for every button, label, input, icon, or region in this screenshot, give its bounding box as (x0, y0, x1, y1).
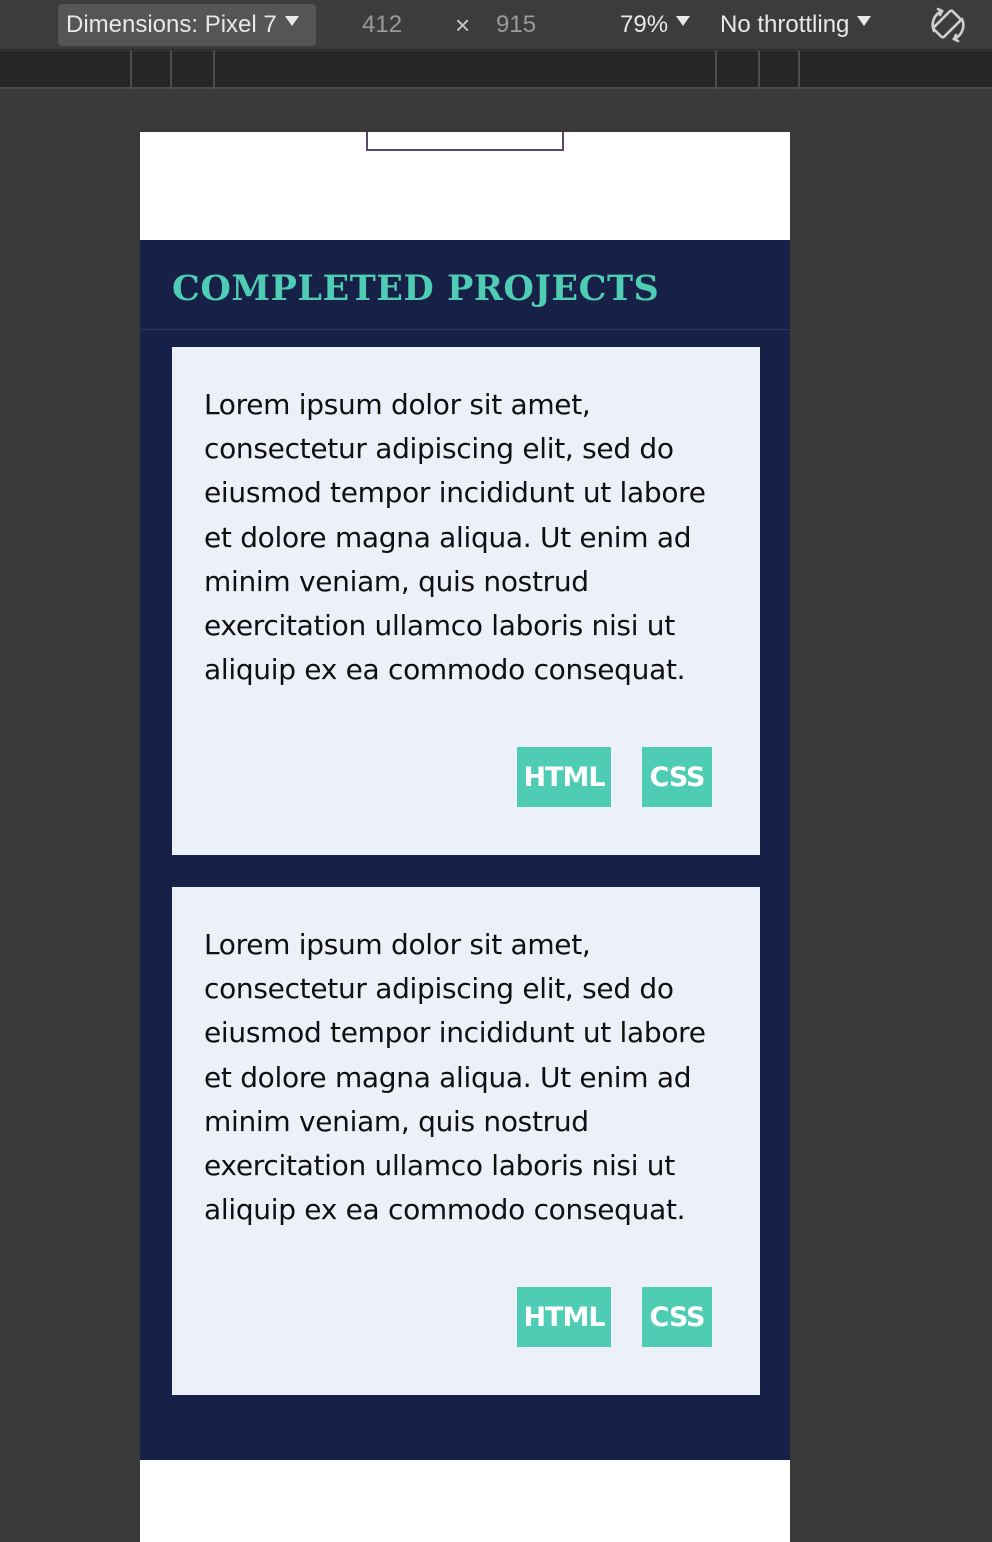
tag-css: CSS (642, 747, 712, 807)
media-query-marker[interactable] (715, 51, 717, 89)
project-description: Lorem ipsum dolor sit amet, consectetur … (204, 928, 706, 1227)
media-query-marker[interactable] (213, 51, 215, 89)
media-query-marker[interactable] (798, 51, 800, 89)
device-label: Dimensions: Pixel 7 (66, 11, 277, 38)
chevron-down-icon (676, 16, 691, 26)
devtools-toolbar: Dimensions: Pixel 7 412 × 915 79% No thr… (0, 0, 992, 50)
height-input[interactable]: 915 (496, 8, 556, 42)
chevron-down-icon (857, 16, 872, 26)
width-input[interactable]: 412 (362, 8, 422, 42)
times-icon: × (455, 10, 471, 40)
emulated-viewport: COMPLETED PROJECTS Lorem ipsum dolor sit… (140, 132, 790, 1542)
rotate-icon[interactable] (928, 5, 968, 45)
tag-html: HTML (517, 1287, 611, 1347)
project-description: Lorem ipsum dolor sit amet, consectetur … (204, 388, 706, 687)
header-box (366, 132, 564, 151)
chevron-down-icon (284, 16, 299, 26)
next-section (140, 1460, 790, 1542)
zoom-label: 79% (620, 11, 669, 38)
device-select[interactable]: Dimensions: Pixel 7 (58, 4, 316, 46)
divider (140, 329, 790, 330)
project-card: Lorem ipsum dolor sit amet, consectetur … (172, 347, 760, 855)
tag-html: HTML (517, 747, 611, 807)
media-query-bar (0, 51, 992, 89)
completed-projects-section: COMPLETED PROJECTS Lorem ipsum dolor sit… (140, 240, 790, 1460)
media-query-marker[interactable] (170, 51, 172, 89)
zoom-select[interactable]: 79% (620, 8, 691, 42)
throttling-select[interactable]: No throttling (720, 8, 872, 42)
throttling-label: No throttling (720, 11, 850, 38)
project-card: Lorem ipsum dolor sit amet, consectetur … (172, 887, 760, 1395)
media-query-marker[interactable] (758, 51, 760, 89)
media-query-marker[interactable] (130, 51, 132, 89)
tag-css: CSS (642, 1287, 712, 1347)
section-title: COMPLETED PROJECTS (172, 268, 660, 309)
